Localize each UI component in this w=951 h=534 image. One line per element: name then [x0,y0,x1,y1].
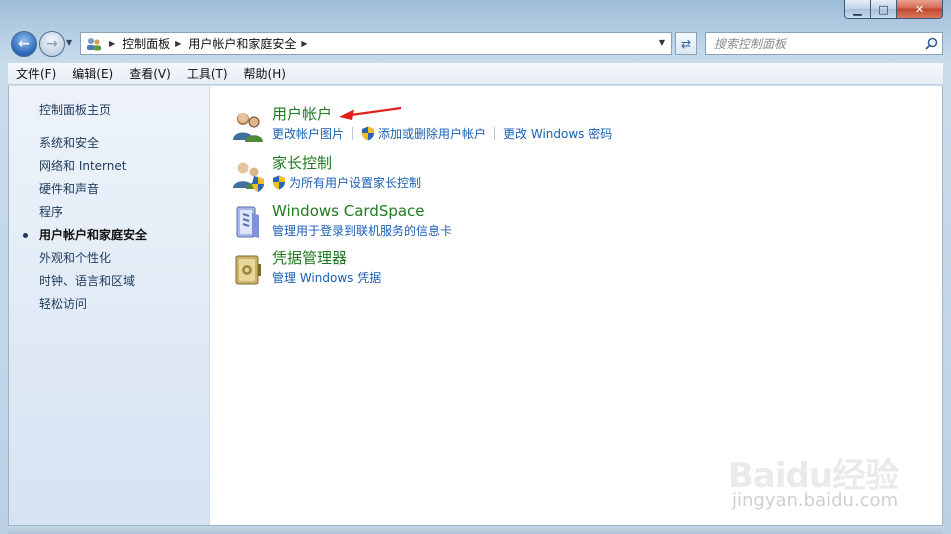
sidebar: 控制面板主页 系统和安全 网络和 Internet 硬件和声音 程序 用户帐户和… [9,86,210,525]
link-manage-info-cards[interactable]: 管理用于登录到联机服务的信息卡 [272,222,452,239]
category-title-user-accounts[interactable]: 用户帐户 [272,104,612,124]
forward-button[interactable]: → [39,31,65,57]
link-label: 更改帐户图片 [272,127,345,141]
refresh-button[interactable]: ⇄ [675,32,697,55]
link-divider [494,127,496,140]
breadcrumb-separator-icon[interactable]: ▶ [109,39,115,48]
window-bottom-border [8,526,943,534]
sidebar-item-home[interactable]: 控制面板主页 [39,101,111,118]
link-label: 更改 Windows 密码 [503,127,613,141]
uac-shield-icon [273,175,285,190]
link-label: 添加或删除用户帐户 [378,127,487,141]
category-title-parental-controls[interactable]: 家长控制 [272,153,421,173]
cardspace-icon[interactable] [230,205,266,241]
link-change-account-picture[interactable]: 更改帐户图片 [272,125,344,142]
link-set-parental-controls[interactable]: 为所有用户设置家长控制 [272,174,421,191]
back-arrow-icon: ← [18,36,30,52]
sidebar-item-clock-region[interactable]: 时钟、语言和区域 [39,272,135,289]
breadcrumb-user-accounts[interactable]: 用户帐户和家庭安全 [188,35,296,52]
close-button[interactable]: ✕ [897,0,943,19]
category-parental-controls: 家长控制 为所有用户设置家长控制 [230,153,421,193]
back-button[interactable]: ← [11,31,37,57]
parental-control-icon[interactable] [230,157,266,193]
link-label: 为所有用户设置家长控制 [289,176,422,190]
search-input[interactable]: 搜索控制面板 [706,35,920,52]
breadcrumb-control-panel[interactable]: 控制面板 [122,35,170,52]
link-label: 管理 Windows 凭据 [272,271,382,285]
uac-shield-icon [362,126,375,141]
recent-pages-dropdown[interactable]: ▼ [66,38,72,47]
breadcrumb-separator-icon[interactable]: ▶ [301,39,307,48]
sidebar-item-appearance[interactable]: 外观和个性化 [39,249,111,266]
forward-arrow-icon: → [46,36,58,52]
menu-view[interactable]: 查看(V) [121,65,179,82]
address-bar[interactable]: ▶ 控制面板 ▶ 用户帐户和家庭安全 ▶ ▼ [80,32,672,55]
search-box[interactable]: 搜索控制面板 [705,32,943,55]
category-title-credential-manager[interactable]: 凭据管理器 [272,248,381,268]
control-panel-window: ▁ □ ✕ ← → ▼ ▶ 控制面板 ▶ 用户帐户和家庭安全 ▶ ▼ ⇄ 搜索控… [0,0,951,534]
maximize-button[interactable]: □ [871,0,897,19]
sidebar-item-ease-of-access[interactable]: 轻松访问 [39,295,87,312]
menu-help[interactable]: 帮助(H) [236,65,294,82]
users-icon[interactable] [230,108,266,144]
link-manage-windows-credentials[interactable]: 管理 Windows 凭据 [272,269,381,286]
category-credential-manager: 凭据管理器 管理 Windows 凭据 [230,248,381,288]
caption-buttons: ▁ □ ✕ [844,0,943,19]
category-user-accounts: 用户帐户 更改帐户图片 添加或删除用户帐户 更改 Windows 密码 [230,104,612,144]
control-panel-icon [84,36,104,52]
menu-file[interactable]: 文件(F) [8,65,64,82]
watermark-url: jingyan.baidu.com [732,490,899,511]
menu-edit[interactable]: 编辑(E) [64,65,121,82]
address-dropdown-icon[interactable]: ▼ [659,38,665,47]
refresh-icon: ⇄ [680,36,692,51]
link-add-remove-accounts[interactable]: 添加或删除用户帐户 [361,125,486,142]
breadcrumb-separator-icon[interactable]: ▶ [175,39,181,48]
minimize-button[interactable]: ▁ [844,0,871,19]
current-item-bullet-icon [23,233,28,238]
red-annotation-arrow-icon [339,106,402,120]
link-change-windows-password[interactable]: 更改 Windows 密码 [503,125,612,142]
category-title-cardspace[interactable]: Windows CardSpace [272,201,452,221]
sidebar-item-system-security[interactable]: 系统和安全 [39,134,99,151]
category-cardspace: Windows CardSpace 管理用于登录到联机服务的信息卡 [230,201,452,241]
sidebar-item-programs[interactable]: 程序 [39,203,63,220]
sidebar-item-network[interactable]: 网络和 Internet [39,157,126,174]
link-label: 管理用于登录到联机服务的信息卡 [272,224,453,238]
sidebar-item-user-accounts[interactable]: 用户帐户和家庭安全 [39,226,147,243]
menu-bar: 文件(F) 编辑(E) 查看(V) 工具(T) 帮助(H) [8,63,943,85]
navigation-bar: ← → ▼ ▶ 控制面板 ▶ 用户帐户和家庭安全 ▶ ▼ ⇄ 搜索控制面板 [8,29,943,59]
sidebar-item-hardware-sound[interactable]: 硬件和声音 [39,180,99,197]
credential-manager-icon[interactable] [230,252,266,288]
search-icon[interactable] [920,37,942,50]
link-divider [352,127,354,140]
menu-tools[interactable]: 工具(T) [179,65,236,82]
